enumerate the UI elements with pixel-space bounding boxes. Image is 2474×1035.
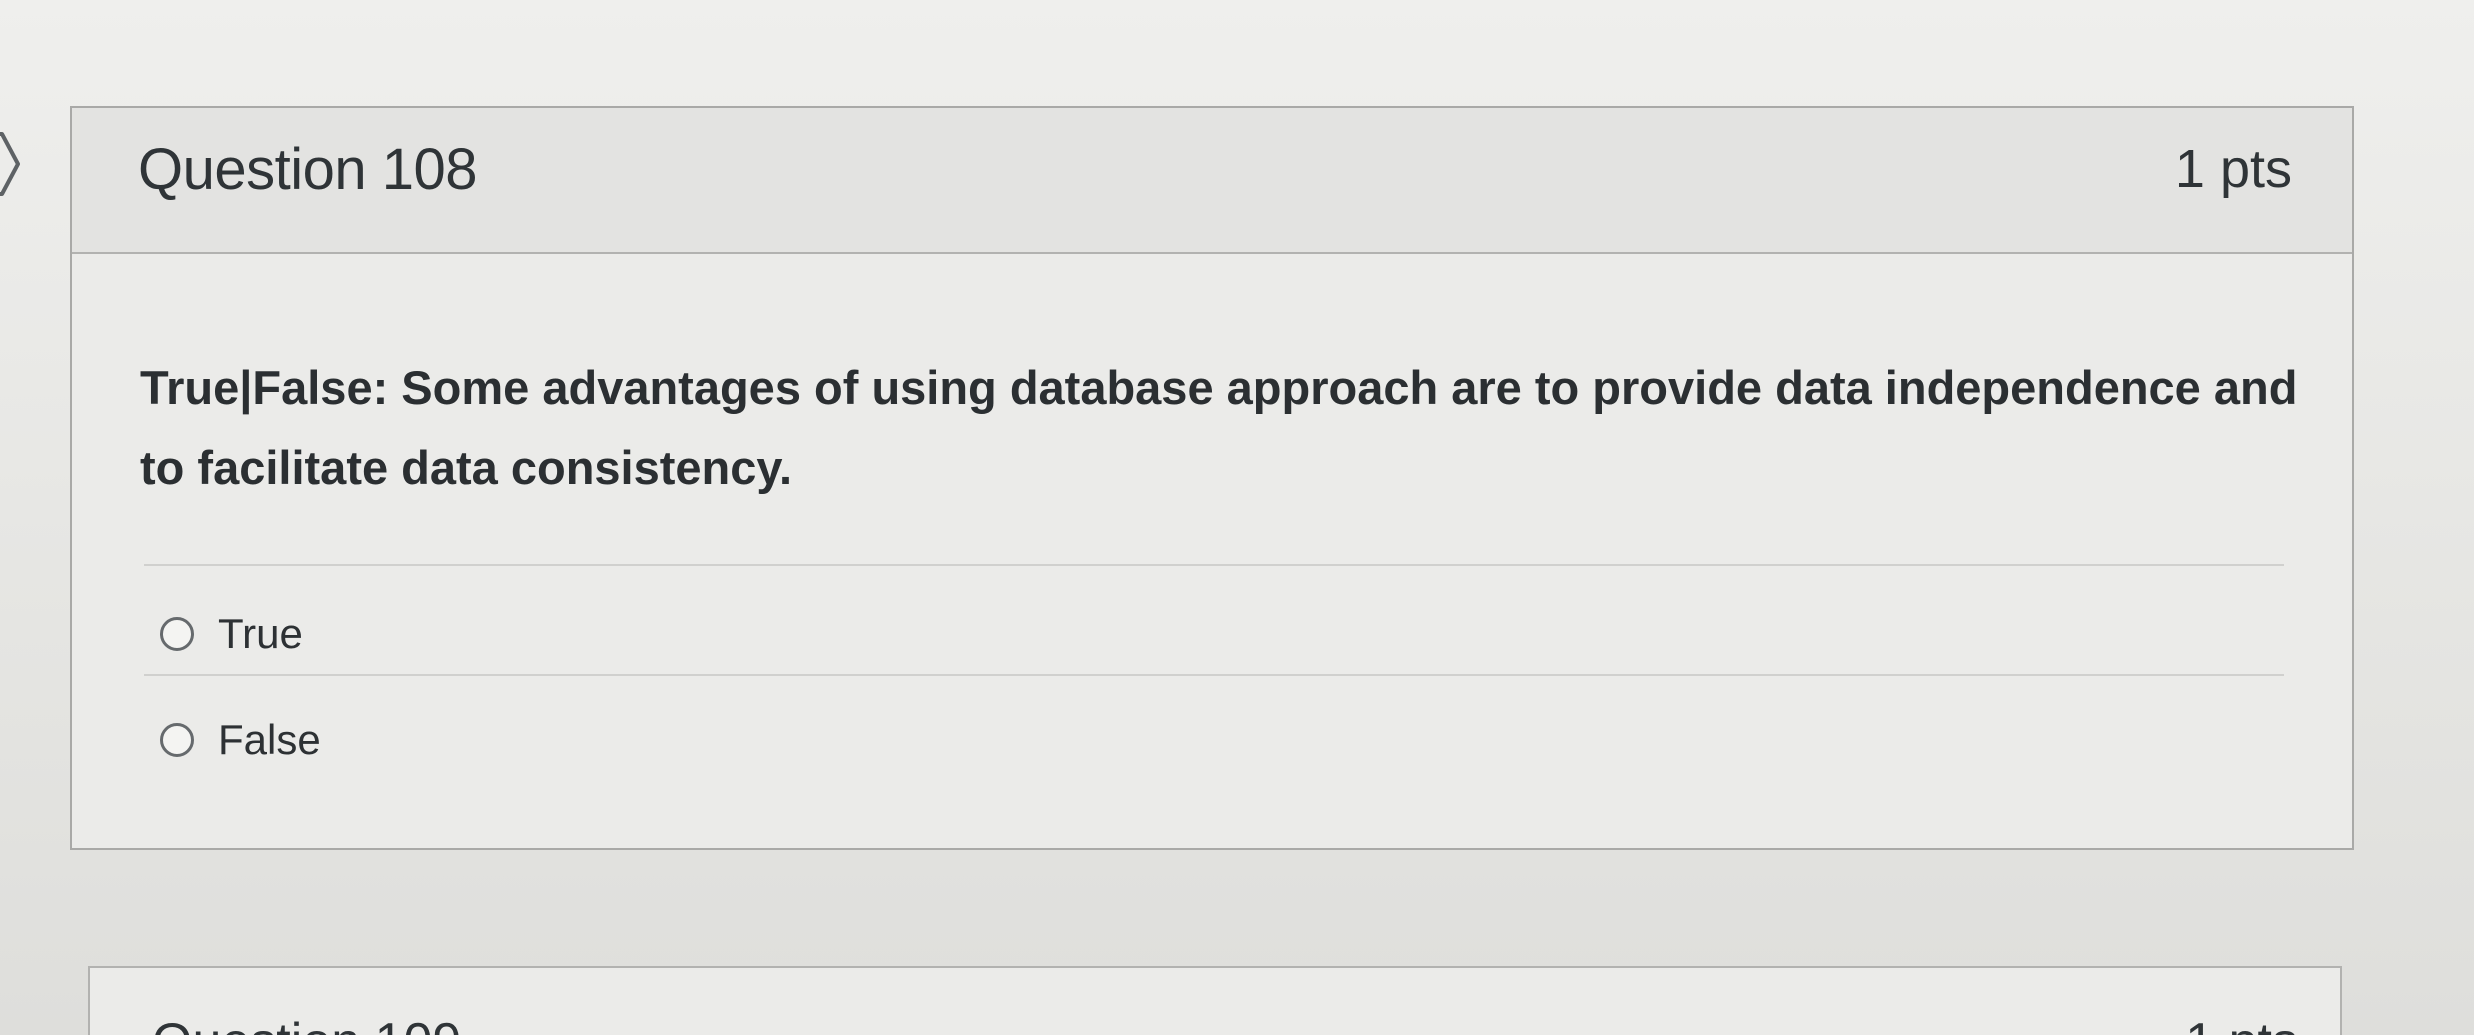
radio-button-icon[interactable] xyxy=(160,723,194,757)
bookmark-flag-icon[interactable] xyxy=(0,128,40,200)
answer-label-true: True xyxy=(218,610,303,657)
question-card: Question 108 1 pts True|False: Some adva… xyxy=(70,106,2354,850)
answer-divider xyxy=(144,564,2284,566)
next-question-card: Question 109 1 pts xyxy=(88,966,2342,1035)
answer-option-true[interactable]: True xyxy=(160,604,303,664)
question-points: 1 pts xyxy=(2174,139,2292,199)
radio-button-icon[interactable] xyxy=(160,617,194,651)
answer-option-false[interactable]: False xyxy=(160,710,321,770)
next-question-points: 1 pts xyxy=(2185,1012,2298,1035)
question-title: Question 108 xyxy=(138,137,478,202)
question-text: True|False: Some advantages of using dat… xyxy=(140,361,2298,494)
question-header: Question 108 1 pts xyxy=(72,108,2352,254)
next-question-title: Question 109 xyxy=(152,1012,461,1035)
quiz-page: Question 108 1 pts True|False: Some adva… xyxy=(0,0,2474,1035)
answer-label-false: False xyxy=(218,716,321,763)
answer-divider xyxy=(144,674,2284,676)
